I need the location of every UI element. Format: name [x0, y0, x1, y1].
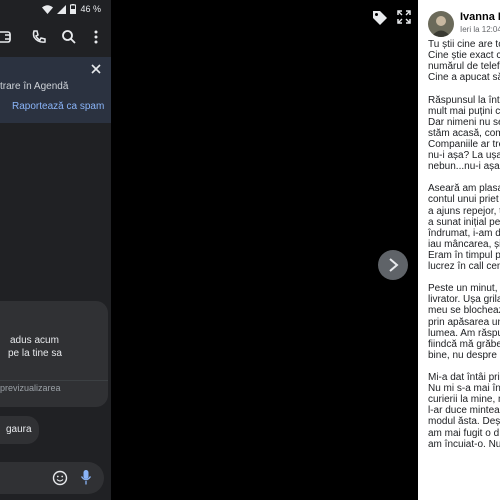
post-text-line: bine, nu despre a: [428, 349, 500, 361]
link-preview-divider: [0, 380, 108, 381]
post-text-line: lucrez în call cen: [428, 261, 500, 272]
mic-icon[interactable]: [80, 469, 92, 486]
post-text-line: Companiile ar tre: [428, 138, 500, 150]
close-icon[interactable]: [89, 62, 103, 76]
post-text-line: modul ăsta. Deși: [428, 416, 500, 428]
post-text-line: lumea. Am răspu: [428, 327, 500, 339]
post-text-line: Tu știi cine are to: [428, 39, 500, 50]
post-date[interactable]: Ieri la 12:04: [460, 25, 500, 34]
post-text-line: Mi-a dat întâi pri: [428, 372, 500, 383]
post-text-line: Cine știe exact cu: [428, 50, 500, 62]
fullscreen-icon[interactable]: [396, 9, 412, 25]
signal-icon: [57, 4, 67, 14]
post-text-line: Peste un minut, a: [428, 283, 500, 295]
post-text-line: Nu mi s-a mai în: [428, 383, 500, 395]
post-text-line: Aseară am plasat: [428, 183, 500, 195]
post-text-line: curierii la mine, n: [428, 394, 500, 406]
post-text-line: nu-i așa? La ușa: [428, 150, 500, 161]
next-photo-button[interactable]: [378, 250, 408, 280]
post-text-line: nebun...nu-i așa?: [428, 161, 500, 173]
post-text-line: numărul de telef: [428, 61, 500, 73]
avatar[interactable]: [428, 11, 454, 37]
post-text-line: stăm acasă, coma: [428, 127, 500, 139]
post-author[interactable]: Ivanna Ra: [460, 11, 500, 23]
post-text-line: fiindcă mă grăbe: [428, 338, 500, 350]
battery-icon: [70, 4, 77, 14]
post-text-line: am mai fugit o d: [428, 427, 500, 439]
report-spam-link[interactable]: Raportează ca spam: [12, 101, 104, 112]
post-text-line: iau mâncarea, și: [428, 238, 500, 250]
phone-icon[interactable]: [30, 28, 48, 46]
post-text-line: livrator. Ușa grila: [428, 294, 500, 306]
chevron-right-icon: [389, 258, 399, 272]
phone-screenshot: 46 % trare în Agendă Raportează ca spam …: [0, 0, 111, 500]
post-text-line: prin apăsarea un: [428, 316, 500, 328]
post-text-line: Cine a apucat să: [428, 72, 500, 84]
conversation-toolbar: [0, 26, 111, 48]
message-line: adus acum: [10, 335, 59, 346]
post-text-line: contul unui priet: [428, 194, 499, 206]
post-text-line: Dar nimeni nu se: [428, 116, 500, 128]
post-text-line: a ajuns repejor, t: [428, 205, 500, 217]
post-text-line: Răspunsul la într: [428, 94, 500, 106]
post-text-line: îndrumat, i-am d: [428, 227, 500, 239]
post-text-line: l-ar duce mintea: [428, 405, 500, 417]
message-line: pe la tine sa: [8, 348, 62, 359]
more-vert-icon[interactable]: [87, 28, 105, 46]
post-text-line: meu se blocheaz: [428, 305, 500, 317]
link-preview-text[interactable]: previzualizarea: [0, 383, 61, 393]
post-text-line: Eram în timpul p: [428, 249, 500, 261]
tag-icon[interactable]: [371, 9, 389, 27]
add-contact-text[interactable]: trare în Agendă: [0, 81, 68, 92]
search-icon[interactable]: [60, 28, 78, 46]
post-text-line: mult mai puțini c: [428, 105, 500, 117]
emoji-icon[interactable]: [52, 470, 68, 486]
video-call-icon[interactable]: [0, 28, 14, 46]
message-line: gaura: [6, 424, 32, 435]
post-text-line: am încuiat-o. Nu: [428, 438, 500, 450]
post-text-line: a sunat inițial pe: [428, 216, 500, 228]
wifi-icon: [42, 4, 54, 14]
post-panel: Ivanna Ra Ieri la 12:04 Tu știi cine are…: [418, 0, 500, 500]
status-bar: 46 %: [42, 4, 101, 14]
battery-level: 46 %: [80, 4, 101, 14]
